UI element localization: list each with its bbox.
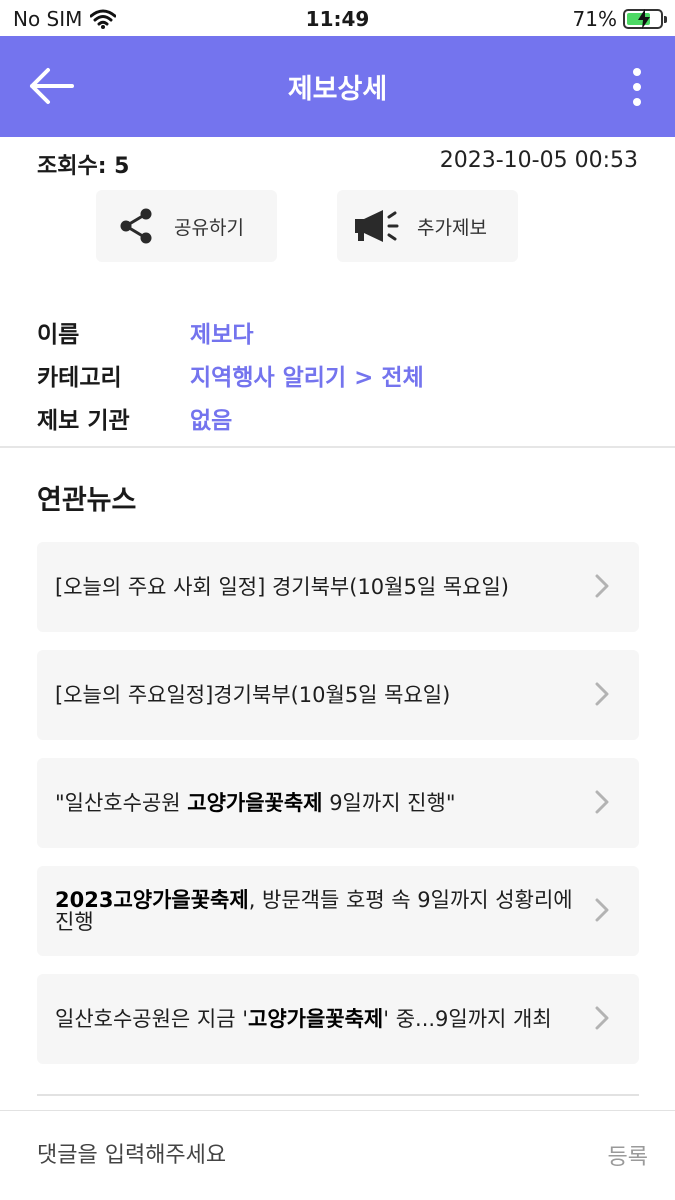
- agency-label: 제보 기관: [37, 407, 130, 434]
- chevron-right-icon: [595, 1006, 609, 1030]
- report-datetime: 2023-10-05 00:53: [439, 148, 638, 173]
- news-item[interactable]: [오늘의 주요 사회 일정] 경기북부(10월5일 목요일): [37, 542, 639, 632]
- app-bar: 제보상세: [0, 36, 675, 137]
- more-options-button[interactable]: [619, 64, 655, 110]
- news-title: "일산호수공원 고양가을꽃축제 9일까지 진행": [55, 791, 456, 815]
- battery-charging-icon: [623, 9, 667, 29]
- meta-row: 조회수: 5 2023-10-05 00:53: [37, 148, 638, 179]
- section-divider: [0, 446, 675, 448]
- submit-comment-button[interactable]: 등록: [608, 1139, 648, 1171]
- info-row-category: 카테고리 지역행사 알리기 > 전체: [37, 353, 424, 396]
- category-value: 지역행사 알리기 > 전체: [190, 364, 424, 391]
- list-divider: [37, 1094, 639, 1096]
- name-label: 이름: [37, 321, 80, 348]
- chevron-right-icon: [595, 898, 609, 922]
- status-bar: No SIM 11:49 71%: [0, 0, 675, 36]
- arrow-left-icon: [30, 68, 74, 104]
- comment-input[interactable]: [37, 1135, 557, 1175]
- info-row-name: 이름 제보다: [37, 310, 424, 353]
- news-item[interactable]: 2023고양가을꽃축제, 방문객들 호평 속 9일까지 성황리에 진행: [37, 866, 639, 956]
- megaphone-icon: [355, 210, 399, 242]
- info-row-agency: 제보 기관 없음: [37, 396, 424, 439]
- status-right: 71%: [572, 7, 667, 31]
- news-item[interactable]: [오늘의 주요일정]경기북부(10월5일 목요일): [37, 650, 639, 740]
- name-value: 제보다: [190, 321, 254, 348]
- page-title: 제보상세: [287, 74, 388, 105]
- agency-value: 없음: [190, 407, 233, 434]
- news-item[interactable]: 일산호수공원은 지금 '고양가을꽃축제' 중...9일까지 개최: [37, 974, 639, 1064]
- news-title: 2023고양가을꽃축제, 방문객들 호평 속 9일까지 성황리에 진행: [55, 888, 573, 934]
- more-vertical-icon: [633, 68, 641, 76]
- report-info: 이름 제보다 카테고리 지역행사 알리기 > 전체 제보 기관 없음: [37, 310, 424, 439]
- related-news-title: 연관뉴스: [37, 485, 137, 516]
- chevron-right-icon: [595, 574, 609, 598]
- additional-report-button[interactable]: 추가제보: [337, 190, 518, 262]
- share-icon: [120, 208, 152, 244]
- back-button[interactable]: [28, 66, 74, 106]
- share-button[interactable]: 공유하기: [96, 190, 277, 262]
- chevron-right-icon: [595, 790, 609, 814]
- chevron-right-icon: [595, 682, 609, 706]
- related-news-list: [오늘의 주요 사회 일정] 경기북부(10월5일 목요일) [오늘의 주요일정…: [37, 542, 639, 1082]
- news-title: 일산호수공원은 지금 '고양가을꽃축제' 중...9일까지 개최: [55, 1007, 552, 1031]
- additional-report-label: 추가제보: [417, 216, 487, 239]
- view-count: 조회수: 5: [37, 154, 130, 179]
- news-title: [오늘의 주요일정]경기북부(10월5일 목요일): [55, 683, 451, 707]
- comment-bar: 등록: [0, 1110, 675, 1200]
- share-label: 공유하기: [174, 216, 244, 239]
- news-title: [오늘의 주요 사회 일정] 경기북부(10월5일 목요일): [55, 575, 509, 599]
- battery-percent: 71%: [572, 7, 617, 31]
- news-item[interactable]: "일산호수공원 고양가을꽃축제 9일까지 진행": [37, 758, 639, 848]
- category-label: 카테고리: [37, 364, 122, 391]
